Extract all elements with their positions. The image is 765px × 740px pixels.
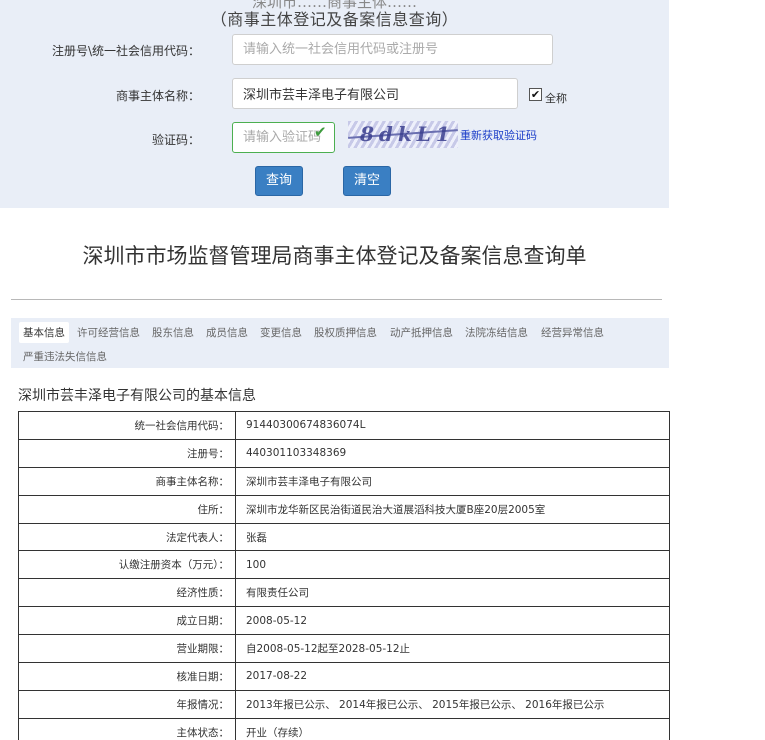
fullname-checkbox-label: 全称 — [545, 92, 567, 105]
refresh-captcha-link[interactable]: 重新获取验证码 — [460, 127, 537, 143]
row-label: 认缴注册资本（万元）： — [18, 550, 236, 580]
row-label: 法定代表人： — [18, 522, 236, 552]
row-label: 统一社会信用代码： — [18, 411, 236, 440]
row-label: 主体状态： — [18, 717, 236, 740]
captcha-image[interactable]: 8dkL1 T — [348, 121, 458, 148]
tab-basic-info[interactable]: 基本信息 — [19, 322, 69, 343]
captcha-text: 8dkL1 T — [360, 122, 455, 148]
table-row: 主体状态： 开业（存续） — [18, 717, 670, 740]
entity-name-label: 商事主体名称： — [115, 89, 200, 103]
table-row: 经济性质： 有限责任公司 — [18, 578, 670, 608]
row-label: 年报情况： — [18, 689, 236, 719]
table-row: 核准日期： 2017-08-22 — [18, 662, 670, 691]
row-value: 440301103348369 — [235, 438, 670, 468]
table-row: 注册号： 440301103348369 — [18, 438, 670, 468]
tab-license-info[interactable]: 许可经营信息 — [77, 325, 140, 340]
table-row: 年报情况： 2013年报已公示、 2014年报已公示、 2015年报已公示、 20… — [18, 689, 670, 719]
captcha-label: 验证码： — [151, 133, 200, 147]
row-value: 2008-05-12 — [235, 606, 670, 636]
reg-number-label: 注册号\统一社会信用代码： — [51, 44, 200, 58]
page: 深圳市……商事主体…… （商事主体登记及备案信息查询） 注册号\统一社会信用代码… — [0, 0, 765, 740]
tab-abnormal-operation-info[interactable]: 经营异常信息 — [541, 325, 604, 340]
table-row: 统一社会信用代码： 91440300674836074L — [18, 411, 670, 440]
row-value: 2017-08-22 — [235, 662, 670, 691]
row-label: 营业期限： — [18, 634, 236, 664]
row-label: 核准日期： — [18, 662, 236, 691]
row-value: 2013年报已公示、 2014年报已公示、 2015年报已公示、 2016年报已… — [235, 689, 670, 719]
row-label: 注册号： — [18, 438, 236, 468]
tab-court-freeze-info[interactable]: 法院冻结信息 — [465, 325, 528, 340]
reg-number-input[interactable] — [232, 34, 553, 65]
row-value: 91440300674836074L — [235, 411, 670, 440]
section-title: 深圳市芸丰泽电子有限公司的基本信息 — [18, 388, 256, 404]
tab-bar: 基本信息 许可经营信息 股东信息 成员信息 变更信息 股权质押信息 动产抵押信息… — [11, 318, 669, 368]
tab-change-info[interactable]: 变更信息 — [260, 325, 302, 340]
row-value: 100 — [235, 550, 670, 580]
row-value: 开业（存续） — [235, 717, 670, 740]
basic-info-table: 统一社会信用代码： 91440300674836074L 注册号： 44030110… — [18, 411, 670, 740]
query-button[interactable]: 查询 — [255, 166, 303, 196]
row-value: 张磊 — [235, 522, 670, 552]
page-subtitle: （商事主体登记及备案信息查询） — [210, 10, 459, 29]
entity-name-input[interactable] — [232, 78, 518, 109]
table-row: 营业期限： 自2008-05-12起至2028-05-12止 — [18, 634, 670, 664]
valid-check-icon: ✔ — [314, 123, 327, 141]
tab-chattel-mortgage-info[interactable]: 动产抵押信息 — [390, 325, 453, 340]
tab-serious-violation-info[interactable]: 严重违法失信信息 — [23, 349, 107, 364]
tab-equity-pledge-info[interactable]: 股权质押信息 — [314, 325, 377, 340]
table-row: 住所： 深圳市龙华新区民治街道民治大道展滔科技大厦B座20层2005室 — [18, 494, 670, 524]
table-row: 法定代表人： 张磊 — [18, 522, 670, 552]
divider — [11, 299, 662, 300]
report-title: 深圳市市场监督管理局商事主体登记及备案信息查询单 — [82, 244, 587, 268]
row-label: 成立日期： — [18, 606, 236, 636]
row-value: 深圳市龙华新区民治街道民治大道展滔科技大厦B座20层2005室 — [235, 494, 670, 524]
fullname-checkbox[interactable]: ✔ — [529, 88, 542, 101]
row-label: 住所： — [18, 494, 236, 524]
row-value: 有限责任公司 — [235, 578, 670, 608]
row-label: 商事主体名称： — [18, 466, 236, 496]
row-value: 自2008-05-12起至2028-05-12止 — [235, 634, 670, 664]
tab-shareholder-info[interactable]: 股东信息 — [152, 325, 194, 340]
tab-member-info[interactable]: 成员信息 — [206, 325, 248, 340]
table-row: 认缴注册资本（万元）： 100 — [18, 550, 670, 580]
clear-button[interactable]: 清空 — [343, 166, 391, 196]
table-row: 商事主体名称： 深圳市芸丰泽电子有限公司 — [18, 466, 670, 496]
row-value: 深圳市芸丰泽电子有限公司 — [235, 466, 670, 496]
table-row: 成立日期： 2008-05-12 — [18, 606, 670, 636]
row-label: 经济性质： — [18, 578, 236, 608]
